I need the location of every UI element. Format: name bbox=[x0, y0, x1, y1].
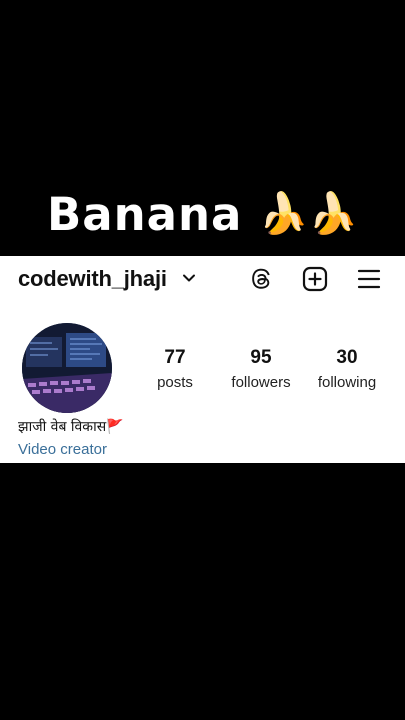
avatar-image bbox=[22, 323, 112, 413]
hamburger-menu-icon[interactable] bbox=[356, 266, 382, 292]
posts-stat[interactable]: 77 posts bbox=[135, 347, 215, 394]
following-count: 30 bbox=[336, 347, 358, 368]
banana-emoji: 🍌🍌 bbox=[258, 192, 359, 236]
profile-header: codewith_jhaji bbox=[0, 256, 405, 302]
following-stat[interactable]: 30 following bbox=[307, 347, 387, 394]
posts-label: posts bbox=[157, 374, 193, 391]
posts-count: 77 bbox=[164, 347, 186, 368]
profile-category: Video creator bbox=[18, 441, 107, 458]
chevron-down-icon[interactable] bbox=[182, 271, 196, 285]
username-switcher[interactable]: codewith_jhaji bbox=[18, 266, 167, 292]
plus-square-icon[interactable] bbox=[302, 266, 328, 292]
profile-display-name: झाजी वेब विकास🚩 bbox=[18, 419, 124, 435]
following-label: following bbox=[317, 374, 377, 391]
profile-panel: codewith_jhaji 77 posts 95 followers 30 … bbox=[0, 256, 405, 463]
threads-icon[interactable] bbox=[248, 266, 274, 292]
followers-stat[interactable]: 95 followers bbox=[221, 347, 301, 394]
followers-count: 95 bbox=[250, 347, 272, 368]
followers-label: followers bbox=[231, 374, 291, 391]
profile-avatar[interactable] bbox=[22, 323, 112, 413]
video-overlay-title: Banana 🍌🍌 bbox=[0, 183, 405, 245]
overlay-title-text: Banana bbox=[46, 187, 243, 241]
